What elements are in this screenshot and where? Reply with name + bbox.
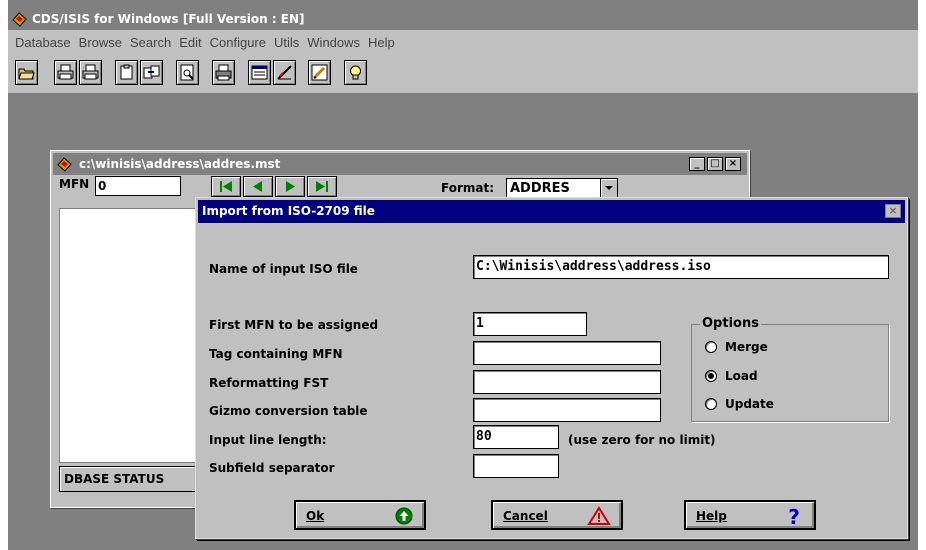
- menu-search[interactable]: Search: [130, 30, 171, 56]
- preview-icon: [180, 64, 194, 81]
- printer-icon: [215, 64, 232, 81]
- dropdown-arrow-icon[interactable]: [600, 179, 617, 197]
- last-record-button[interactable]: [307, 176, 337, 197]
- window-icon: [251, 65, 268, 80]
- menu-browse[interactable]: Browse: [79, 30, 122, 56]
- line-length-field[interactable]: 80: [473, 425, 559, 449]
- update-label: Update: [725, 397, 774, 411]
- next-record-button[interactable]: [275, 176, 305, 197]
- format-label: Format:: [441, 181, 495, 195]
- load-option[interactable]: Load: [705, 369, 758, 383]
- menu-windows[interactable]: Windows: [307, 30, 360, 56]
- dialog-close-icon[interactable]: ×: [885, 204, 901, 218]
- clipboard-button[interactable]: [115, 60, 138, 85]
- menu-edit[interactable]: Edit: [179, 30, 201, 56]
- warning-triangle-icon: [587, 506, 611, 525]
- first-mfn-label: First MFN to be assigned: [209, 318, 379, 332]
- window-button[interactable]: [248, 60, 271, 85]
- mfn-input[interactable]: 0: [95, 176, 181, 196]
- load-radio[interactable]: [705, 370, 717, 382]
- import-dialog-title-bar[interactable]: Import from ISO-2709 file ×: [198, 200, 905, 223]
- menu-utils[interactable]: Utils: [274, 30, 299, 56]
- copy-record-icon: [143, 65, 160, 79]
- database-window-title: c:\winisis\address\addres.mst: [79, 157, 281, 171]
- cancel-button-label: Cancel: [503, 509, 548, 523]
- draw-button[interactable]: [273, 60, 296, 85]
- edit-pencil-icon: [311, 64, 328, 81]
- toolbar: [8, 56, 918, 93]
- mfn-label: MFN: [59, 177, 90, 191]
- reformat-fst-label: Reformatting FST: [209, 376, 329, 390]
- merge-label: Merge: [725, 340, 768, 354]
- print-txt-icon: [57, 64, 74, 80]
- minimize-button[interactable]: _: [689, 157, 705, 171]
- merge-option[interactable]: Merge: [705, 340, 768, 354]
- ok-circle-icon: [395, 507, 413, 525]
- previous-record-button[interactable]: [243, 176, 273, 197]
- tag-mfn-field[interactable]: [473, 341, 661, 365]
- merge-radio[interactable]: [705, 341, 717, 353]
- svg-text:?: ?: [788, 506, 800, 528]
- tag-mfn-label: Tag containing MFN: [209, 347, 343, 361]
- app-window: CDS/ISIS for Windows [Full Version : EN]…: [8, 0, 918, 550]
- gizmo-label: Gizmo conversion table: [209, 404, 368, 418]
- menu-database[interactable]: Database: [15, 30, 71, 56]
- format-select[interactable]: ADDRES: [506, 178, 618, 198]
- help-button[interactable]: Help ?: [684, 500, 816, 530]
- line-length-label: Input line length:: [209, 433, 327, 447]
- record-display-area[interactable]: [59, 208, 205, 463]
- input-file-label: Name of input ISO file: [209, 262, 358, 276]
- print-rtf-icon: [82, 64, 99, 80]
- options-legend: Options: [700, 316, 761, 331]
- print-rtf-button[interactable]: [79, 60, 102, 85]
- clipboard-icon: [120, 64, 133, 80]
- preview-button[interactable]: [176, 60, 199, 85]
- app-title: CDS/ISIS for Windows [Full Version : EN]: [32, 12, 305, 26]
- database-window-title-bar[interactable]: c:\winisis\address\addres.mst _ □ ×: [53, 153, 747, 175]
- cancel-button[interactable]: Cancel: [491, 500, 623, 530]
- menu-help[interactable]: Help: [368, 30, 395, 56]
- subfield-separator-label: Subfield separator: [209, 461, 335, 475]
- load-label: Load: [725, 369, 758, 383]
- close-button[interactable]: ×: [725, 157, 741, 171]
- previous-record-icon: [253, 181, 262, 192]
- lightbulb-icon: [350, 65, 361, 80]
- print-txt-button[interactable]: [54, 60, 77, 85]
- print-button[interactable]: [212, 60, 235, 85]
- open-database-button[interactable]: [15, 60, 38, 85]
- help-button-label: Help: [696, 509, 727, 523]
- menu-bar: Database Browse Search Edit Configure Utils Wi…: [8, 30, 918, 56]
- copy-record-button[interactable]: [140, 60, 163, 85]
- app-title-bar[interactable]: CDS/ISIS for Windows [Full Version : EN]: [8, 8, 918, 30]
- maximize-button[interactable]: □: [707, 157, 723, 171]
- gizmo-field[interactable]: [473, 398, 661, 422]
- ok-button[interactable]: Ok: [294, 500, 426, 530]
- format-value: ADDRES: [510, 181, 570, 196]
- line-length-hint: (use zero for no limit): [568, 433, 716, 447]
- draw-icon: [277, 65, 292, 80]
- update-radio[interactable]: [705, 398, 717, 410]
- ok-button-label: Ok: [306, 509, 325, 523]
- import-dialog: Import from ISO-2709 file × Name of inpu…: [195, 197, 908, 539]
- hint-button[interactable]: [344, 60, 367, 85]
- import-dialog-title: Import from ISO-2709 file: [202, 204, 375, 218]
- update-option[interactable]: Update: [705, 397, 774, 411]
- first-record-icon: [220, 181, 232, 192]
- subfield-separator-field[interactable]: [473, 454, 559, 478]
- question-mark-icon: ?: [788, 506, 800, 528]
- menu-configure[interactable]: Configure: [210, 30, 266, 56]
- next-record-icon: [286, 181, 295, 192]
- edit-button[interactable]: [308, 60, 331, 85]
- first-mfn-field[interactable]: 1: [473, 312, 587, 336]
- open-folder-icon: [18, 68, 35, 80]
- reformat-fst-field[interactable]: [473, 370, 661, 394]
- first-record-button[interactable]: [211, 176, 241, 197]
- cds-isis-logo-icon: [12, 12, 27, 27]
- input-file-field[interactable]: C:\Winisis\address\address.iso: [473, 255, 889, 279]
- cds-isis-logo-icon: [57, 157, 72, 172]
- last-record-icon: [316, 181, 328, 192]
- options-group: Options Merge Load Update: [691, 316, 889, 422]
- dbase-status-button[interactable]: DBASE STATUS: [59, 466, 209, 492]
